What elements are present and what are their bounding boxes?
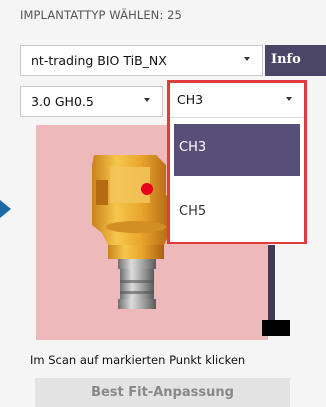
variant-option-ch3[interactable]: CH3 bbox=[174, 124, 300, 176]
zoom-slider-handle[interactable] bbox=[262, 320, 290, 336]
size-select[interactable]: 3.0 GH0.5 bbox=[20, 86, 163, 117]
implant-type-value: nt-trading BIO TiB_NX bbox=[31, 53, 167, 68]
variant-dropdown-list: CH3 CH5 bbox=[170, 117, 304, 242]
chevron-down-icon bbox=[244, 57, 250, 61]
variant-value: CH3 bbox=[177, 92, 204, 107]
info-button[interactable]: Info bbox=[265, 45, 326, 76]
variant-select[interactable]: CH3 bbox=[170, 83, 304, 116]
best-fit-button[interactable]: Best Fit-Anpassung bbox=[35, 378, 290, 407]
chevron-down-icon bbox=[144, 98, 150, 102]
scan-instruction: Im Scan auf markierten Punkt klicken bbox=[30, 353, 246, 367]
implant-type-select[interactable]: nt-trading BIO TiB_NX bbox=[20, 45, 263, 76]
chevron-down-icon bbox=[286, 97, 292, 101]
implant-type-heading: IMPLANTATTYP WÄHLEN: 25 bbox=[20, 8, 182, 22]
pointer-arrow-icon bbox=[0, 200, 11, 218]
click-marker-icon bbox=[141, 183, 153, 195]
variant-option-ch5[interactable]: CH5 bbox=[174, 188, 300, 240]
size-value: 3.0 GH0.5 bbox=[31, 94, 94, 109]
